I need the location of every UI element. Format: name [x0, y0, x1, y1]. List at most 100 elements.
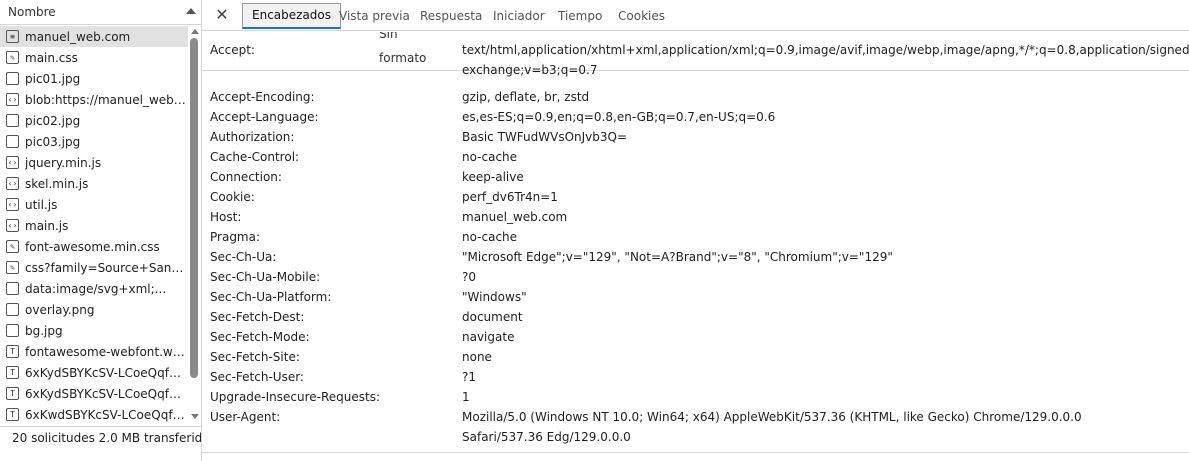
request-name: skel.min.js	[25, 176, 89, 191]
scroll-up-arrow-icon[interactable]	[191, 29, 199, 34]
tab-cookies[interactable]: Cookies	[618, 3, 665, 29]
header-name: Sec-Fetch-Dest:	[210, 310, 305, 324]
request-list-item[interactable]: data:image/svg+xml;...	[0, 278, 188, 299]
request-list-item[interactable]: ✎ font-awesome.min.css	[0, 236, 188, 257]
header-name: Accept:	[210, 43, 255, 57]
request-list-item[interactable]: ✎ css?family=Source+Sans+Pr...	[0, 257, 188, 278]
request-name: fontawesome-webfont.woff...	[25, 344, 188, 359]
css-icon: ✎	[6, 51, 19, 64]
name-column-header[interactable]: Nombre	[0, 0, 201, 25]
request-name: data:image/svg+xml;...	[25, 281, 167, 296]
close-icon[interactable]: ✕	[214, 7, 230, 23]
request-list-item[interactable]: overlay.png	[0, 299, 188, 320]
header-value: manuel_web.com	[462, 210, 568, 224]
header-name: Upgrade-Insecure-Requests:	[210, 390, 381, 404]
request-list-item[interactable]: ✎ main.css	[0, 47, 188, 68]
request-list: ≡ manuel_web.com ✎ main.css pic01.jpg ‹› blob:…	[0, 26, 188, 425]
tab-encabezados[interactable]: Encabezados	[242, 3, 342, 29]
header-value: navigate	[462, 330, 515, 344]
header-name: Accept-Encoding:	[210, 90, 315, 104]
header-value: "Microsoft Edge";v="129", "Not=A?Brand";…	[462, 250, 893, 264]
request-name: font-awesome.min.css	[25, 239, 160, 254]
script-icon: ‹›	[6, 156, 19, 169]
request-name: main.js	[25, 218, 69, 233]
image-file-icon	[6, 114, 19, 127]
sort-ascending-icon[interactable]	[186, 8, 196, 14]
header-name: User-Agent:	[210, 410, 281, 424]
request-list-item[interactable]: pic02.jpg	[0, 110, 188, 131]
request-name: util.js	[25, 197, 58, 212]
tab-tiempo[interactable]: Tiempo	[558, 3, 602, 29]
request-name: pic02.jpg	[25, 113, 81, 128]
header-name: Authorization:	[210, 130, 295, 144]
tab-vista-previa[interactable]: Vista previa	[339, 3, 410, 29]
tab-respuesta[interactable]: Respuesta	[420, 3, 482, 29]
request-name: manuel_web.com	[25, 29, 131, 44]
script-icon: ‹›	[6, 93, 19, 106]
request-name: blob:https://manuel_web.co...	[25, 92, 188, 107]
header-value: keep-alive	[462, 170, 524, 184]
request-list-item[interactable]: ‹› jquery.min.js	[0, 152, 188, 173]
tab-iniciador[interactable]: Iniciador	[493, 3, 545, 29]
document-icon: ≡	[6, 30, 19, 43]
request-list-item[interactable]: pic01.jpg	[0, 68, 188, 89]
header-value: Basic TWFudWVsOnJvb3Q=	[462, 130, 628, 144]
name-column-label: Nombre	[8, 5, 56, 19]
header-name: Host:	[210, 210, 242, 224]
header-name: Cache-Control:	[210, 150, 300, 164]
request-list-item[interactable]: ‹› main.js	[0, 215, 188, 236]
header-value: ?1	[462, 370, 477, 384]
request-name: 6xKwdSBYKcSV-LCoeQqfX1...	[25, 407, 188, 422]
request-detail-panel: ✕ Encabezados Vista previa Respuesta Ini…	[202, 0, 1189, 461]
header-name: Sec-Fetch-Site:	[210, 350, 300, 364]
requests-summary: 20 solicitudes 2.0 MB transferidos	[0, 426, 201, 461]
request-list-item[interactable]: T 6xKydSBYKcSV-LCoeQqfX1R...	[0, 362, 188, 383]
request-list-scrollbar[interactable]	[188, 26, 200, 426]
scroll-down-arrow-icon[interactable]	[191, 414, 199, 419]
request-list-item[interactable]: Tfontawesome-webfont.woff...	[0, 341, 188, 362]
script-icon: ‹›	[6, 177, 19, 190]
font-icon: T	[6, 345, 19, 358]
font-icon: T	[6, 387, 19, 400]
header-value: perf_dv6Tr4n=1	[462, 190, 558, 204]
font-icon: T	[6, 408, 19, 421]
request-list-item[interactable]: pic03.jpg	[0, 131, 188, 152]
header-name: Sec-Fetch-User:	[210, 370, 304, 384]
request-list-item[interactable]: T 6xKwdSBYKcSV-LCoeQqfX1...	[0, 404, 188, 425]
header-name: Accept-Language:	[210, 110, 319, 124]
header-value: "Windows"	[462, 290, 527, 304]
request-list-panel: Nombre ≡ manuel_web.com ✎ main.css pic01.jpg…	[0, 0, 202, 461]
request-list-item[interactable]: T 6xKydSBYKcSV-LCoeQqfX1R...	[0, 383, 188, 404]
script-icon: ‹›	[6, 219, 19, 232]
raw-format-label-line1: Sin	[379, 32, 398, 41]
image-file-icon	[6, 303, 19, 316]
image-file-icon	[6, 72, 19, 85]
header-value: ?0	[462, 270, 477, 284]
request-list-item[interactable]: ≡ manuel_web.com	[0, 26, 188, 47]
request-list-item[interactable]: ‹› skel.min.js	[0, 173, 188, 194]
header-name: Pragma:	[210, 230, 261, 244]
image-file-icon	[6, 324, 19, 337]
header-name: Sec-Ch-Ua:	[210, 250, 277, 264]
request-name: 6xKydSBYKcSV-LCoeQqfX1R...	[25, 386, 188, 401]
bottom-divider	[202, 452, 1189, 453]
raw-format-label-line2: formato	[379, 51, 427, 65]
header-name: Sec-Ch-Ua-Mobile:	[210, 270, 321, 284]
css-icon: ✎	[6, 261, 19, 274]
request-name: jquery.min.js	[25, 155, 102, 170]
headers-content: Sin formato Accept: text/html,application…	[202, 32, 1189, 452]
image-file-icon	[6, 135, 19, 148]
header-name: Connection:	[210, 170, 282, 184]
header-name: Sec-Ch-Ua-Platform:	[210, 290, 332, 304]
header-value: none	[462, 350, 492, 364]
request-name: 6xKydSBYKcSV-LCoeQqfX1R...	[25, 365, 188, 380]
request-list-item[interactable]: ‹› util.js	[0, 194, 188, 215]
script-icon: ‹›	[6, 198, 19, 211]
request-name: overlay.png	[25, 302, 95, 317]
detail-tab-bar: ✕ Encabezados Vista previa Respuesta Ini…	[202, 0, 1189, 31]
scrollbar-thumb[interactable]	[190, 38, 198, 378]
request-list-item[interactable]: bg.jpg	[0, 320, 188, 341]
header-value: no-cache	[462, 230, 518, 244]
header-value: no-cache	[462, 150, 518, 164]
request-list-item[interactable]: ‹› blob:https://manuel_web.co...	[0, 89, 188, 110]
